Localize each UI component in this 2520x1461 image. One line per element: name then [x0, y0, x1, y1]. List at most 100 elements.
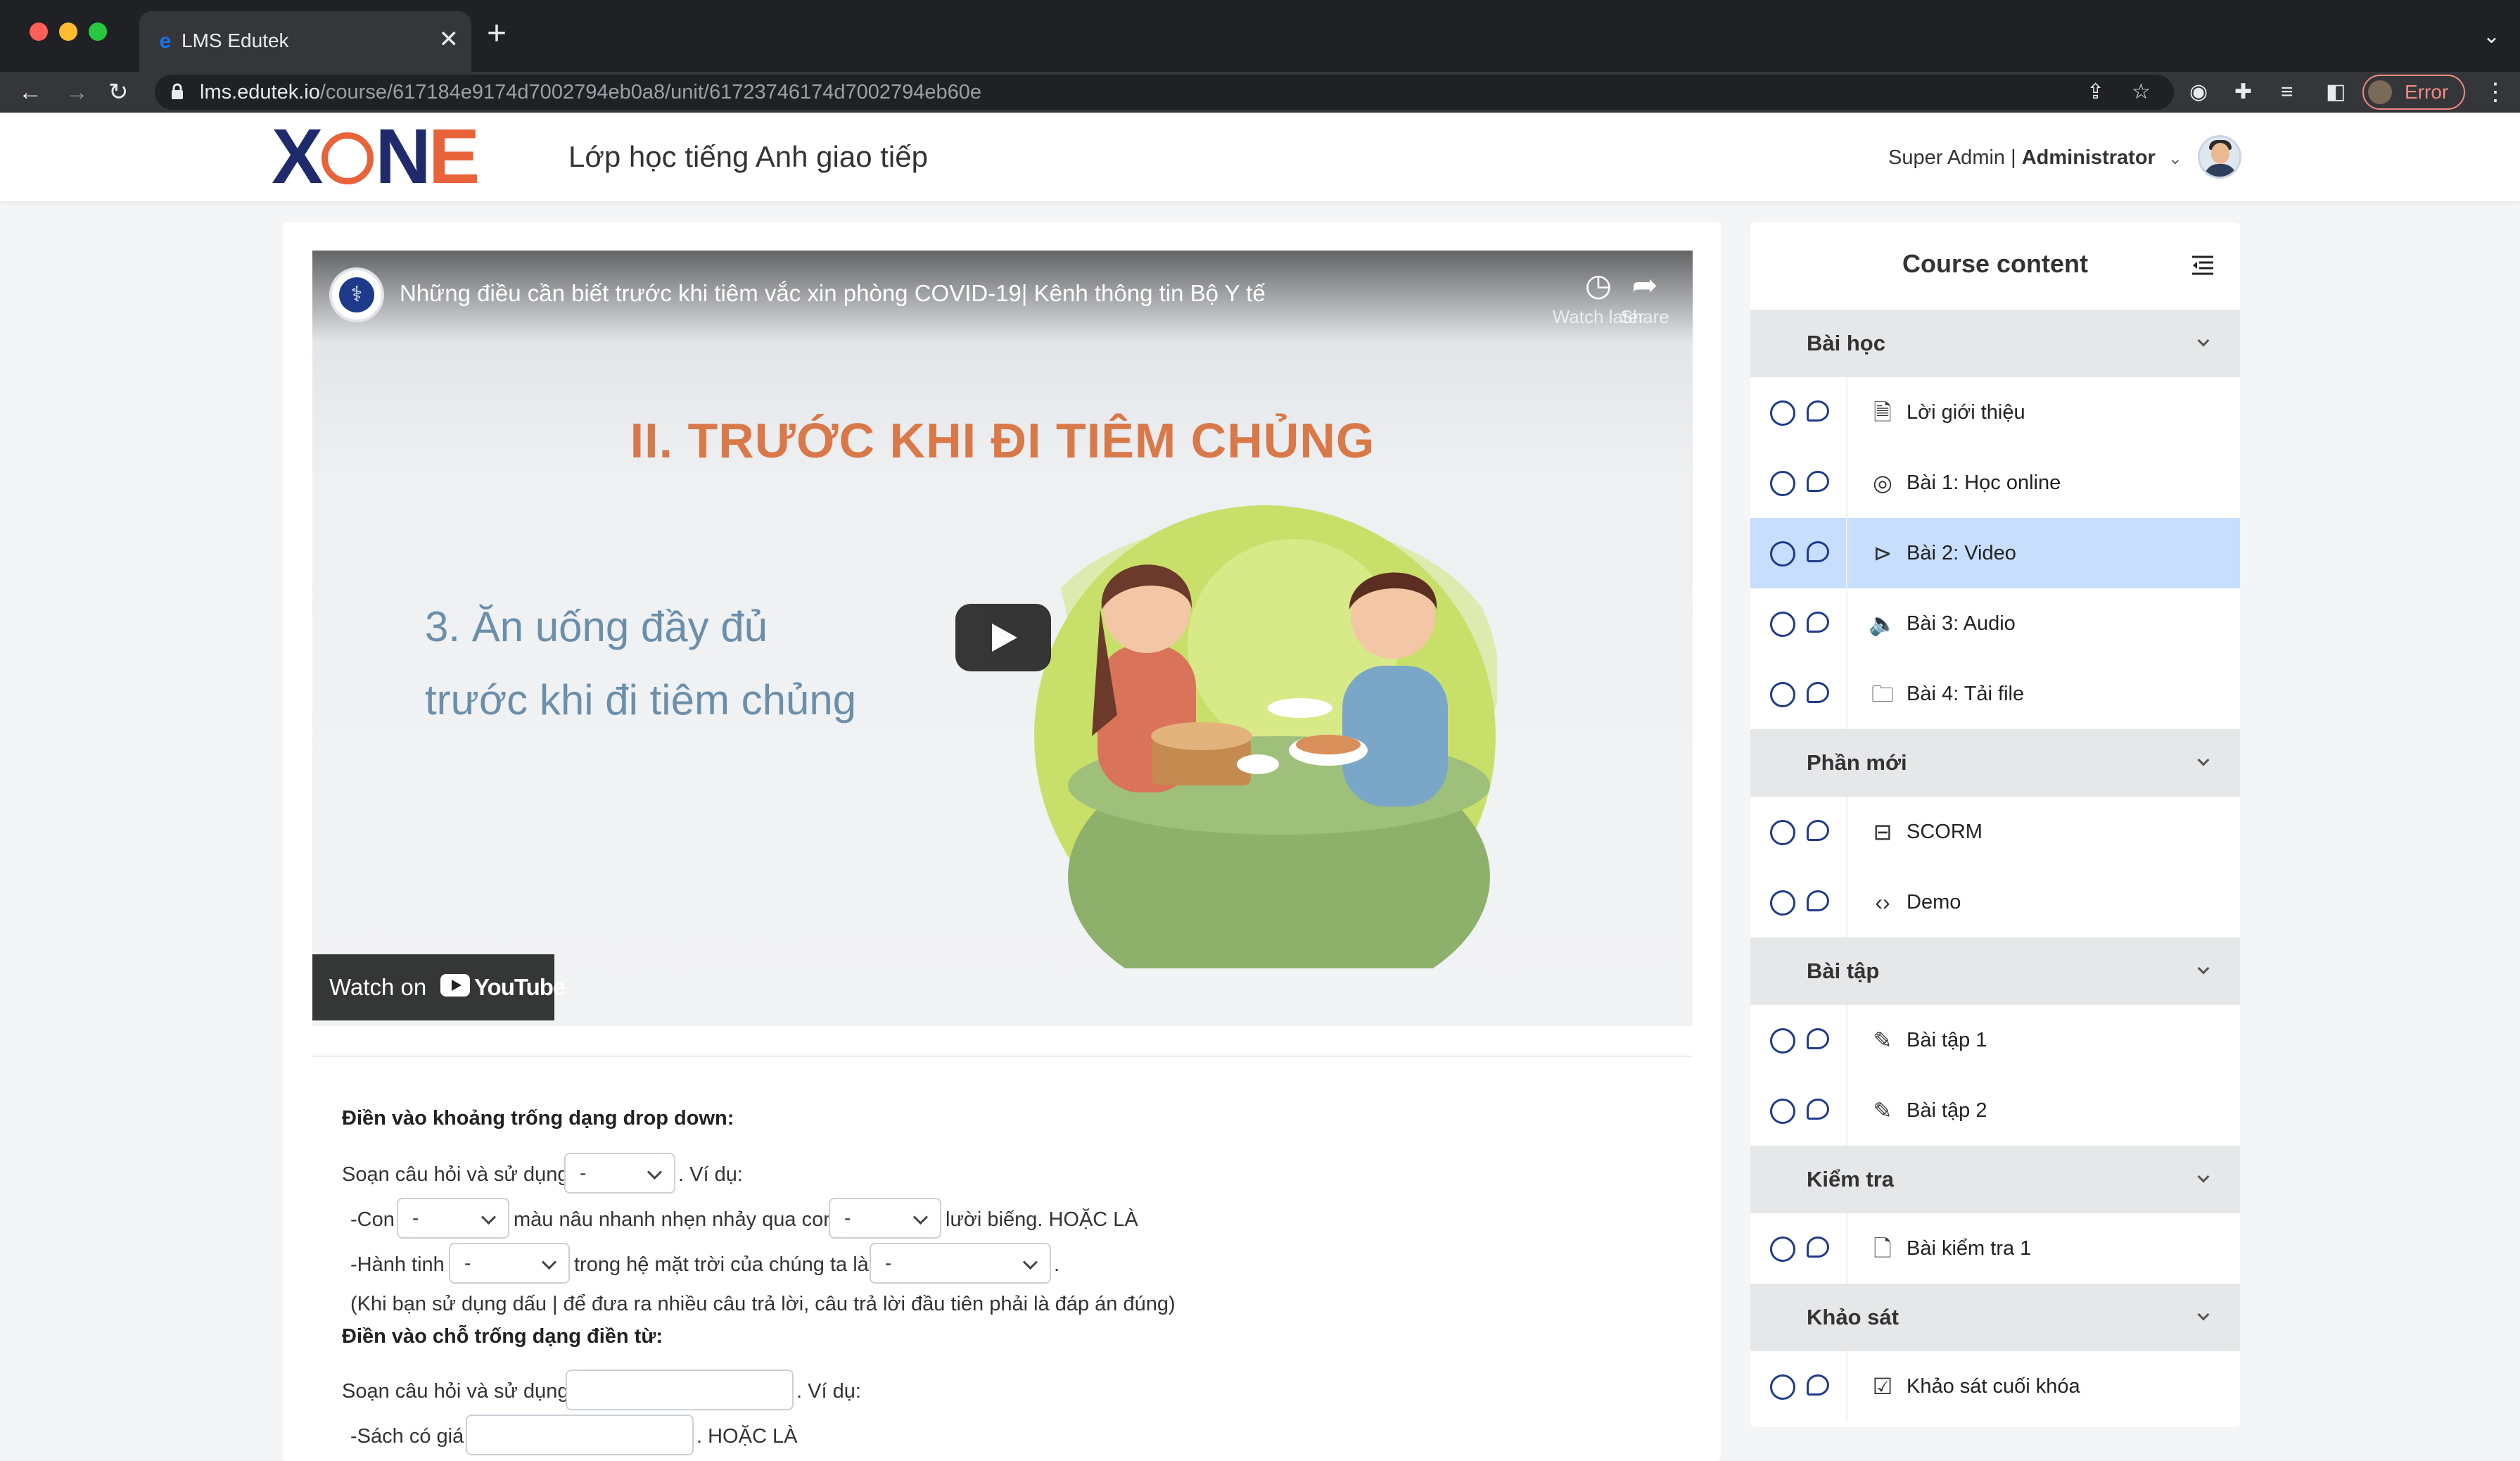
extensions-puzzle-icon[interactable]: ✚: [2234, 77, 2252, 107]
solar-system-select[interactable]: -: [870, 1243, 1051, 1284]
pen-icon: ✎: [1869, 1026, 1897, 1054]
sidebar-item[interactable]: ◎Bài 1: Học online: [1750, 448, 2240, 518]
chevron-down-icon: [2198, 963, 2210, 975]
example-select[interactable]: -: [564, 1153, 675, 1194]
completion-circle-icon[interactable]: [1770, 1374, 1795, 1400]
price-blank-input[interactable]: [466, 1415, 694, 1455]
chevron-down-icon: [2198, 335, 2210, 347]
comment-bubble-icon[interactable]: [1807, 682, 1829, 703]
tab-title: LMS Edutek: [182, 28, 289, 53]
channel-logo[interactable]: ⚕: [329, 267, 384, 322]
sidebar-item[interactable]: ⊟ SCORM: [1750, 797, 2240, 867]
sidebar-item[interactable]: ✎Bài tập 1: [1750, 1005, 2240, 1075]
completion-circle-icon[interactable]: [1770, 541, 1795, 567]
xone-logo[interactable]: XNE: [272, 125, 477, 189]
section-header[interactable]: Bài tập: [1750, 937, 2240, 1005]
sidebar-item[interactable]: ✎Bài tập 2: [1750, 1075, 2240, 1146]
comment-bubble-icon[interactable]: [1807, 1028, 1829, 1049]
close-tab-icon[interactable]: ✕: [439, 27, 459, 52]
completion-circle-icon[interactable]: [1770, 400, 1795, 426]
completion-circle-icon[interactable]: [1770, 1237, 1795, 1262]
tab-search-chevron-icon[interactable]: ⌄: [2483, 24, 2500, 49]
comment-bubble-icon[interactable]: [1807, 820, 1829, 841]
reload-button[interactable]: ↻: [108, 75, 129, 110]
item-separator: [1846, 588, 1847, 659]
completion-circle-icon[interactable]: [1770, 682, 1795, 707]
browser-tab[interactable]: e LMS Edutek ✕: [139, 11, 471, 72]
divider: [312, 1056, 1693, 1057]
comment-bubble-icon[interactable]: [1807, 890, 1829, 911]
section-header[interactable]: Phần mới: [1750, 729, 2240, 797]
sidebar-item-label: Demo: [1907, 867, 1961, 937]
completion-circle-icon[interactable]: [1770, 1028, 1795, 1054]
item-separator: [1846, 1351, 1847, 1422]
planet-select[interactable]: -: [449, 1243, 570, 1284]
sidebar-item[interactable]: ‹›Demo: [1750, 867, 2240, 937]
minimize-window-button[interactable]: [59, 23, 77, 41]
dropdown-note: (Khi bạn sử dụng dấu | để đưa ra nhiều c…: [350, 1291, 1176, 1317]
sidebar-item-label: Bài 4: Tải file: [1907, 659, 2024, 729]
browser-menu-icon[interactable]: ⋮: [2483, 75, 2507, 110]
sidebar-item[interactable]: 🔈Bài 3: Audio: [1750, 588, 2240, 659]
camera-icon[interactable]: ◉: [2189, 77, 2208, 107]
comment-bubble-icon[interactable]: [1807, 471, 1829, 492]
reading-list-icon[interactable]: ≡: [2281, 77, 2293, 107]
sidebar-item[interactable]: 🗎Lời giới thiệu: [1750, 377, 2240, 448]
inbox-icon: ⊟: [1869, 818, 1897, 846]
example-blank-input[interactable]: [566, 1370, 794, 1410]
profile-status-text: Error: [2405, 76, 2448, 108]
sidebar-item-label: Bài tập 2: [1907, 1075, 1987, 1146]
fill-line1-start: Soạn câu hỏi và sử dụng: [342, 1378, 569, 1405]
video-player[interactable]: II. TRƯỚC KHI ĐI TIÊM CHỦNG 3. Ăn uống đ…: [312, 251, 1693, 1026]
completion-circle-icon[interactable]: [1770, 1099, 1795, 1124]
side-panel-icon[interactable]: ◧: [2326, 77, 2346, 107]
section-header[interactable]: Khảo sát: [1750, 1284, 2240, 1351]
comment-bubble-icon[interactable]: [1807, 1237, 1829, 1258]
comment-bubble-icon[interactable]: [1807, 400, 1829, 422]
sidebar-item[interactable]: ⊳ Bài 2: Video: [1750, 518, 2240, 588]
forward-button[interactable]: →: [65, 75, 89, 110]
comment-bubble-icon[interactable]: [1807, 1374, 1829, 1396]
completion-circle-icon[interactable]: [1770, 612, 1795, 637]
comment-bubble-icon[interactable]: [1807, 1099, 1829, 1120]
new-tab-button[interactable]: +: [487, 17, 507, 51]
chevron-down-icon: [2198, 1171, 2210, 1183]
collapse-menu-icon[interactable]: [2191, 255, 2215, 276]
share-button[interactable]: ➦Share: [1610, 266, 1680, 328]
sidebar-item[interactable]: 🗀 Bài 4: Tải file: [1750, 659, 2240, 729]
profile-error-button[interactable]: Error: [2362, 75, 2465, 110]
maximize-window-button[interactable]: [89, 23, 107, 41]
dropdown-line3-mid: trong hệ mặt trời của chúng ta là: [574, 1251, 869, 1278]
share-icon[interactable]: ⇪: [2087, 77, 2104, 107]
section-title: Kiểm tra: [1807, 1146, 1894, 1213]
completion-circle-icon[interactable]: [1770, 890, 1795, 916]
sidebar-item[interactable]: ☑Khảo sát cuối khóa: [1750, 1351, 2240, 1422]
color-animal-select[interactable]: -: [397, 1198, 509, 1239]
play-circle-icon: ⊳: [1869, 539, 1897, 567]
folder-icon: 🗀: [1869, 680, 1897, 708]
watch-on-youtube-button[interactable]: Watch on YouTube: [312, 954, 554, 1020]
sidebar-item-label: Bài 2: Video: [1907, 518, 2016, 588]
section-header[interactable]: Bài học: [1750, 310, 2240, 377]
sidebar-item-label: SCORM: [1907, 797, 1983, 867]
completion-circle-icon[interactable]: [1770, 820, 1795, 845]
comment-bubble-icon[interactable]: [1807, 612, 1829, 633]
sidebar-item[interactable]: 🗋Bài kiểm tra 1: [1750, 1213, 2240, 1284]
close-window-button[interactable]: [30, 23, 48, 41]
user-avatar[interactable]: [2198, 135, 2241, 179]
bookmark-star-icon[interactable]: ☆: [2132, 77, 2151, 107]
lock-icon: [170, 83, 184, 100]
sidebar-item-label: Bài 3: Audio: [1907, 588, 2016, 659]
section-header[interactable]: Kiểm tra: [1750, 1146, 2240, 1213]
play-button[interactable]: [955, 604, 1051, 671]
browser-toolbar: ← → ↻ lms.edutek.io/course/617184e9174d7…: [0, 72, 2520, 113]
lazy-animal-select[interactable]: -: [829, 1198, 941, 1239]
address-bar[interactable]: lms.edutek.io/course/617184e9174d7002794…: [155, 75, 2174, 110]
comment-bubble-icon[interactable]: [1807, 541, 1829, 562]
completion-circle-icon[interactable]: [1770, 471, 1795, 496]
back-button[interactable]: ←: [18, 75, 42, 110]
item-separator: [1846, 797, 1847, 867]
user-menu[interactable]: Super Admin | Administrator⌄: [1888, 145, 2182, 172]
slide-line-1: 3. Ăn uống đầy đủ: [425, 602, 768, 651]
video-title[interactable]: Những điều cần biết trước khi tiêm vắc x…: [400, 279, 1266, 308]
